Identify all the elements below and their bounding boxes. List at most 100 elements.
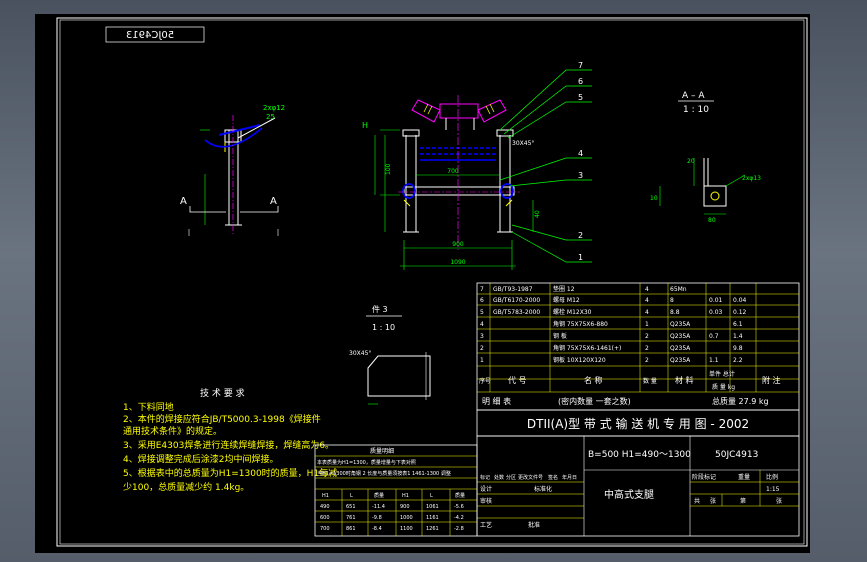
tb-label-sheets: 共 bbox=[694, 497, 700, 505]
wt-r3-c6: -2.8 bbox=[454, 526, 464, 532]
wt-r3-c1: 700 bbox=[320, 526, 330, 532]
bom-r2-c1: 6 bbox=[480, 297, 484, 304]
wt-r1-c5: 1061 bbox=[426, 504, 439, 510]
bom-r5-c7: 1.4 bbox=[733, 333, 743, 340]
bom-r7-c1: 1 bbox=[480, 357, 484, 364]
dim-40: 40 bbox=[534, 210, 541, 218]
dim-hole-label: 2xφ12 bbox=[263, 104, 285, 112]
callout-5: 5 bbox=[578, 93, 583, 102]
section-scale: 1 : 10 bbox=[683, 105, 709, 115]
bom-h-mass: 单件 总计 bbox=[709, 370, 735, 378]
bom-h-name: 名 称 bbox=[584, 375, 603, 385]
weight-table-title: 质量明细 bbox=[370, 447, 394, 455]
stamp-text: 50JC4913 bbox=[126, 30, 174, 41]
tb-label-mark: 标记 bbox=[480, 474, 490, 481]
spec-text: B=500 H1=490～1300 bbox=[588, 450, 691, 460]
tech-item-3: 通用技术条件》的规定。 bbox=[123, 425, 222, 437]
tb-scale-value: 1:15 bbox=[766, 486, 780, 493]
tb-label-zone: 分区 bbox=[506, 474, 516, 481]
bom-r3-c5: 8.8 bbox=[670, 309, 680, 316]
bom-r2-c5: 8 bbox=[670, 297, 674, 304]
dim-100: 100 bbox=[385, 163, 392, 175]
tb-label-no: 第 bbox=[740, 497, 746, 505]
bom-summary-title: 明 细 表 bbox=[482, 396, 511, 406]
bom-r7-c5: Q235A bbox=[670, 357, 691, 364]
tb-label-design: 设计 bbox=[480, 485, 492, 493]
dim-h-label: H bbox=[362, 121, 368, 130]
bom-r5-c4: 2 bbox=[645, 333, 649, 340]
tb-label-scale: 比例 bbox=[766, 473, 778, 481]
wt-r1-c1: 490 bbox=[320, 504, 330, 510]
bom-r2-c4: 4 bbox=[645, 297, 649, 304]
bom-h-code: 代 号 bbox=[508, 375, 527, 385]
bom-h-note: 附 注 bbox=[762, 375, 781, 385]
tb-label-count: 处数 bbox=[494, 474, 504, 481]
wt-r3-c2: 861 bbox=[346, 526, 356, 532]
wt-r3-c3: -8.4 bbox=[372, 526, 382, 532]
dim-hole-b: 2xφ13 bbox=[742, 175, 761, 182]
bom-r6-c5: Q235A bbox=[670, 345, 691, 352]
dim-80: 80 bbox=[708, 217, 716, 224]
tb-label-standard: 标准化 bbox=[534, 485, 552, 493]
tb-label-sheet1: 张 bbox=[710, 497, 716, 505]
part-name: 中高式支腿 bbox=[604, 488, 654, 501]
drawing-code: 50JC4913 bbox=[715, 450, 758, 460]
callout-4: 4 bbox=[578, 149, 583, 158]
dim-chamfer: 30X45° bbox=[512, 140, 534, 147]
callout-2: 2 bbox=[578, 231, 583, 240]
wt-r1-c3: -11.4 bbox=[372, 504, 385, 510]
wt-h4: H1 bbox=[402, 493, 409, 499]
bom-h-mass-unit: 质 量 kg bbox=[712, 383, 735, 391]
tb-label-sign: 签名 bbox=[548, 474, 558, 481]
detail-scale: 1 : 10 bbox=[372, 323, 395, 332]
tb-label-weight: 重量 bbox=[738, 473, 750, 481]
bom-r2-c3: 螺母 M12 bbox=[553, 296, 580, 304]
wt-h2: L bbox=[350, 493, 353, 499]
bom-r3-c7: 0.12 bbox=[733, 309, 747, 316]
wt-r2-c4: 1000 bbox=[400, 515, 413, 521]
tb-label-approve: 批准 bbox=[528, 521, 540, 529]
bom-r1-c4: 4 bbox=[645, 286, 649, 293]
bom-r3-c1: 5 bbox=[480, 309, 484, 316]
bom-r2-c6: 0.01 bbox=[709, 297, 723, 304]
tb-label-process: 工艺 bbox=[480, 521, 492, 529]
bom-h-qty: 数 量 bbox=[643, 377, 657, 385]
callout-7: 7 bbox=[578, 61, 583, 70]
bom-r3-c4: 4 bbox=[645, 309, 649, 316]
dim-700: 700 bbox=[447, 168, 459, 175]
tb-label-review: 审核 bbox=[480, 497, 492, 505]
bom-summary-note: (密内数量 一套之数) bbox=[558, 396, 631, 406]
wt-r2-c5: 1161 bbox=[426, 515, 439, 521]
wt-r3-c5: 1261 bbox=[426, 526, 439, 532]
bom-r3-c2: GB/T5783-2000 bbox=[493, 309, 540, 316]
wt-r1-c4: 900 bbox=[400, 504, 410, 510]
bom-r6-c1: 2 bbox=[480, 345, 484, 352]
bom-r7-c4: 2 bbox=[645, 357, 649, 364]
tech-item-6: 5、根据表中的总质量为H1=1300时的质量，H1每减 bbox=[123, 467, 337, 479]
bom-r5-c5: Q235A bbox=[670, 333, 691, 340]
wt-h5: L bbox=[430, 493, 433, 499]
bom-r4-c3: 角钢 75X75X6-880 bbox=[553, 320, 608, 328]
bom-r5-c6: 0.7 bbox=[709, 333, 719, 340]
dim-900: 900 bbox=[452, 241, 464, 248]
bom-r4-c4: 1 bbox=[645, 321, 649, 328]
tb-label-change: 更改文件号 bbox=[518, 474, 543, 481]
bom-r5-c3: 钢 板 bbox=[553, 332, 567, 340]
bom-r7-c3: 钢板 10X120X120 bbox=[553, 356, 606, 364]
dim-25: 25 bbox=[266, 113, 275, 121]
wt-r1-c2: 651 bbox=[346, 504, 356, 510]
dim-20: 20 bbox=[687, 158, 695, 165]
section-mark-a-left: A bbox=[180, 196, 187, 207]
bom-r4-c7: 6.1 bbox=[733, 321, 743, 328]
bom-h-no: 序号 bbox=[479, 377, 491, 385]
wt-r2-c2: 761 bbox=[346, 515, 356, 521]
wt-h3: 质量 bbox=[374, 492, 384, 499]
wt-r2-c6: -4.2 bbox=[454, 515, 464, 521]
tech-item-2: 2、本件的焊接应符合JB/T5000.3-1998《焊接件 bbox=[123, 413, 321, 425]
callout-3: 3 bbox=[578, 171, 583, 180]
bom-r2-c2: GB/T6170-2000 bbox=[493, 297, 540, 304]
section-mark-a-right: A bbox=[270, 196, 277, 207]
dim-1090: 1090 bbox=[450, 259, 465, 266]
wt-r1-c6: -5.6 bbox=[454, 504, 464, 510]
title-main: DTII(A)型 带 式 输 送 机 专 用 图 - 2002 bbox=[527, 416, 749, 431]
